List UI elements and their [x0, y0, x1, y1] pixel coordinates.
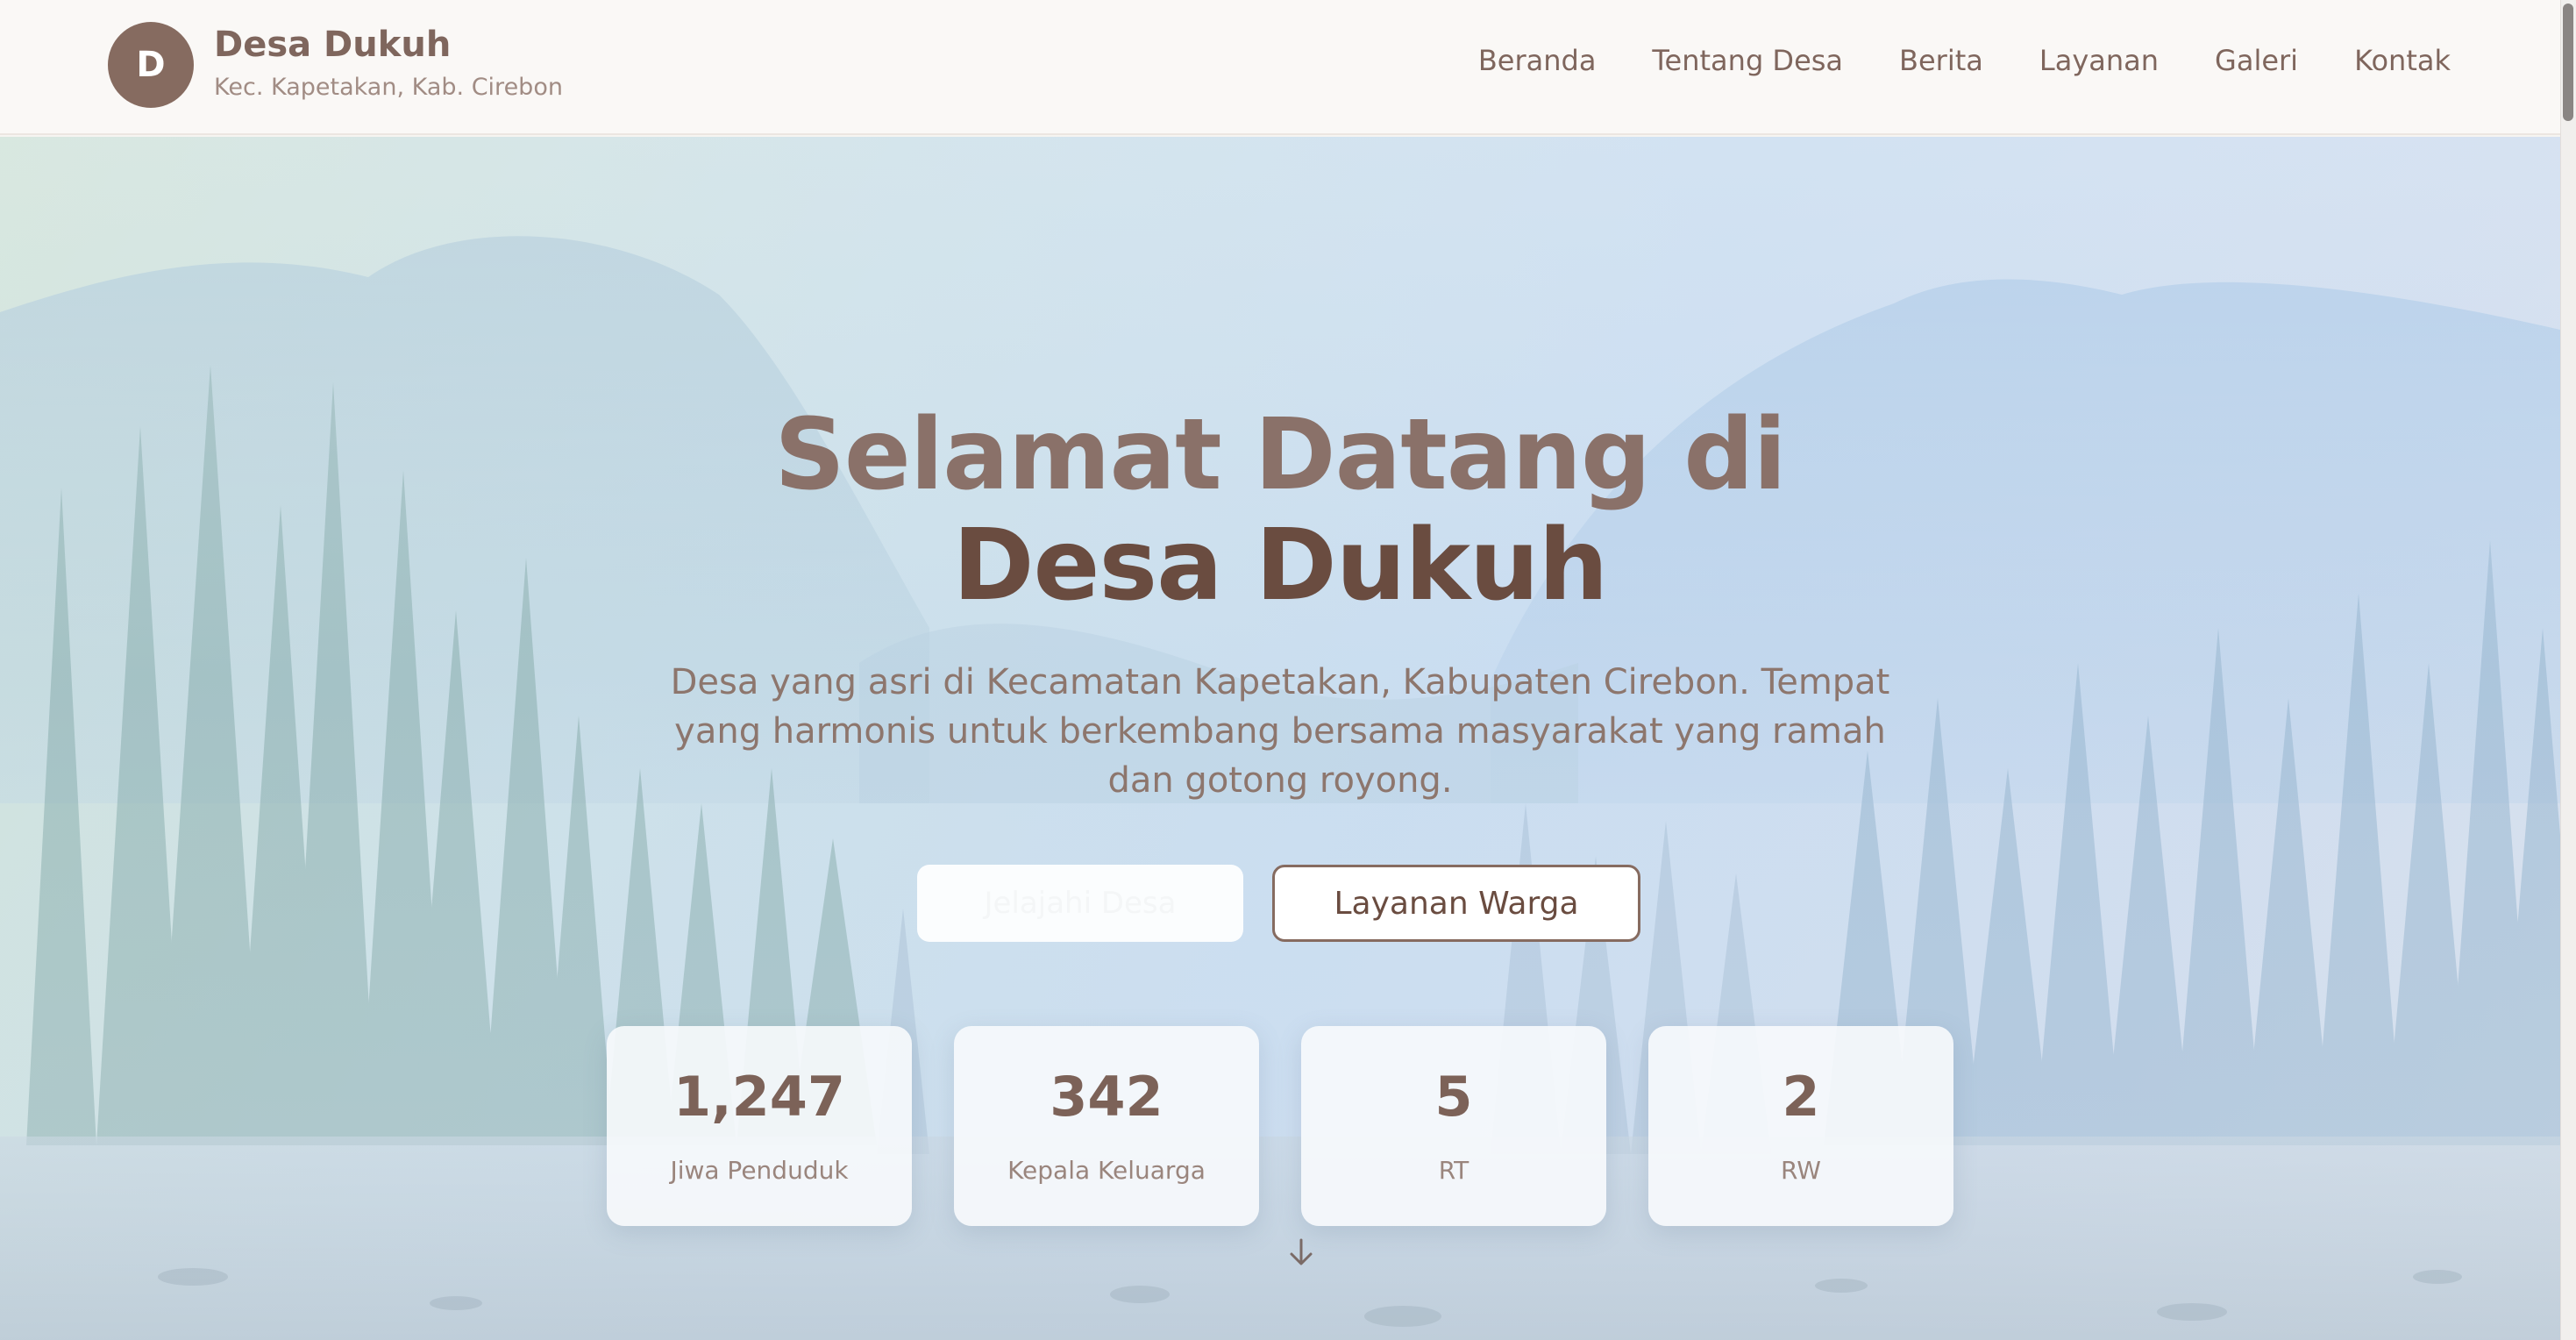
main-nav: Beranda Tentang Desa Berita Layanan Gale…	[1478, 44, 2451, 77]
explore-village-button[interactable]: Jelajahi Desa	[917, 865, 1243, 942]
stat-value: 5	[1434, 1065, 1473, 1129]
nav-link-berita[interactable]: Berita	[1899, 44, 1983, 77]
stat-label: RT	[1438, 1156, 1469, 1185]
stat-label: RW	[1780, 1156, 1821, 1185]
arrow-down-icon[interactable]	[1284, 1235, 1319, 1270]
nav-link-tentang-desa[interactable]: Tentang Desa	[1652, 44, 1843, 77]
brand-subtitle: Kec. Kapetakan, Kab. Cirebon	[214, 74, 563, 101]
citizen-services-button[interactable]: Layanan Warga	[1272, 865, 1640, 942]
nav-link-galeri[interactable]: Galeri	[2215, 44, 2298, 77]
scrollbar-thumb[interactable]	[2563, 4, 2573, 121]
stat-value: 342	[1050, 1065, 1163, 1129]
hero-section: Selamat Datang di Desa Dukuh Desa yang a…	[0, 137, 2560, 1340]
stat-value: 2	[1782, 1065, 1820, 1129]
stat-value: 1,247	[672, 1065, 846, 1129]
stat-card-population: 1,247 Jiwa Penduduk	[607, 1026, 912, 1226]
nav-link-beranda[interactable]: Beranda	[1478, 44, 1597, 77]
hero-title-line-1: Selamat Datang di	[774, 398, 1787, 512]
stat-card-rt: 5 RT	[1301, 1026, 1606, 1226]
logo-badge[interactable]: D	[108, 22, 194, 108]
hero-title-line-2: Desa Dukuh	[952, 509, 1609, 623]
stat-label: Kepala Keluarga	[1007, 1156, 1206, 1185]
page-scrollbar[interactable]	[2560, 0, 2576, 1340]
site-header: D Desa Dukuh Kec. Kapetakan, Kab. Cirebo…	[0, 0, 2560, 135]
brand-name[interactable]: Desa Dukuh	[214, 25, 451, 65]
hero-description: Desa yang asri di Kecamatan Kapetakan, K…	[670, 662, 1890, 801]
hero-title: Selamat Datang di Desa Dukuh	[0, 400, 2560, 621]
nav-link-layanan[interactable]: Layanan	[2039, 44, 2159, 77]
stat-card-rw: 2 RW	[1648, 1026, 1953, 1226]
stat-label: Jiwa Penduduk	[670, 1156, 849, 1185]
nav-link-kontak[interactable]: Kontak	[2354, 44, 2451, 77]
stat-card-households: 342 Kepala Keluarga	[954, 1026, 1259, 1226]
